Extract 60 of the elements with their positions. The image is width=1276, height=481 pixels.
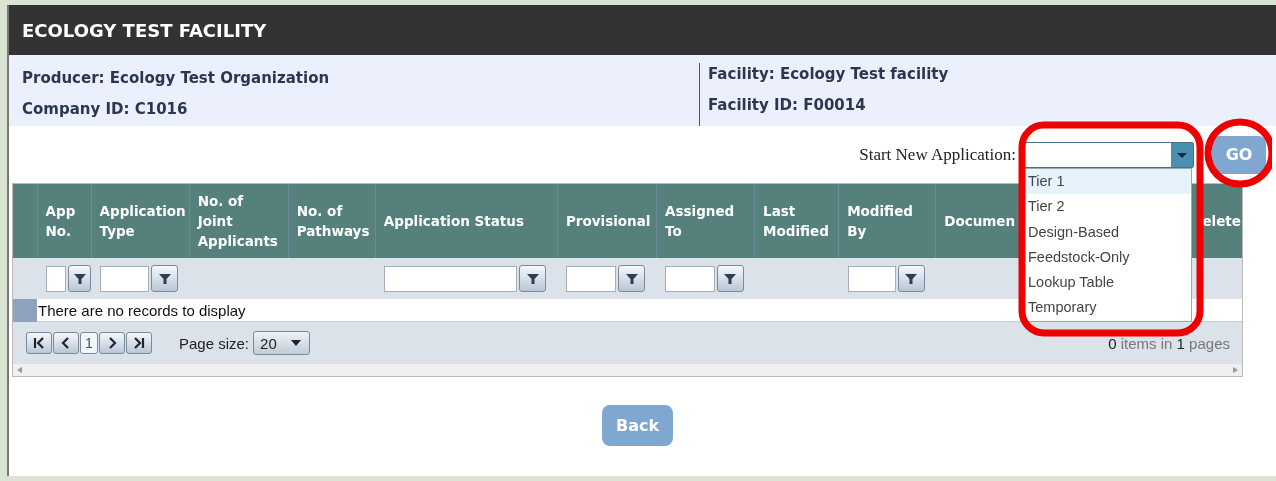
page-size-label: Page size: [179, 334, 250, 352]
filter-field[interactable] [100, 265, 150, 292]
column-header[interactable]: Last Modified [754, 184, 839, 258]
column-header[interactable]: No. of Pathways [288, 184, 376, 258]
filter-icon [158, 272, 171, 285]
filter-button[interactable] [151, 265, 179, 292]
filter-button[interactable] [68, 265, 92, 292]
column-header[interactable]: Modified By [838, 184, 936, 258]
column-header[interactable]: Provisional [557, 184, 657, 258]
last-page-button[interactable] [126, 332, 152, 354]
column-header[interactable]: Application Status [375, 184, 558, 258]
info-text: Facility ID: F00014 [708, 95, 867, 116]
filter-icon [626, 272, 638, 285]
next-page-icon [106, 337, 118, 349]
column-header[interactable]: App No. [37, 184, 92, 258]
go-button[interactable]: GO [1212, 135, 1266, 174]
filter-icon [73, 272, 86, 285]
filter-field[interactable] [847, 265, 896, 292]
pager-summary: 0 items in 1 pages [1108, 334, 1230, 352]
dropdown-option[interactable]: Feedstock-Only [1023, 244, 1191, 271]
page-number-button[interactable]: 1 [80, 332, 98, 354]
first-page-icon [33, 337, 45, 349]
filter-button[interactable] [897, 265, 925, 292]
column-header[interactable]: Application Type [91, 184, 190, 258]
horizontal-scrollbar[interactable] [13, 364, 1242, 376]
column-header[interactable]: No. of Joint Applicants [189, 184, 289, 258]
filter-button[interactable] [618, 265, 646, 292]
filter-field[interactable] [46, 265, 66, 292]
back-button[interactable]: Back [602, 405, 673, 446]
dropdown-option[interactable]: Tier 2 [1023, 194, 1191, 220]
filter-icon [526, 272, 539, 285]
last-page-icon [133, 337, 145, 349]
filter-button[interactable] [519, 265, 547, 292]
filter-field[interactable] [384, 265, 518, 292]
scroll-left-icon [17, 367, 22, 373]
info-text: Facility: Ecology Test facility [708, 64, 950, 85]
caret-icon [1171, 142, 1193, 167]
next-page-button[interactable] [99, 332, 125, 354]
application-type-select[interactable] [1024, 141, 1194, 168]
info-text: Company ID: C1016 [22, 99, 189, 120]
first-page-button[interactable] [26, 332, 52, 354]
previous-page-button[interactable] [53, 332, 79, 354]
empty-message: There are no records to display [38, 301, 246, 319]
dropdown-option[interactable]: Temporary [1023, 295, 1191, 321]
page-size-select[interactable]: 20 [253, 331, 311, 355]
filter-button[interactable] [716, 265, 744, 292]
start-application-label: Start New Application: [859, 145, 1016, 165]
filter-field[interactable] [566, 265, 617, 292]
filter-icon [724, 272, 737, 285]
column-header[interactable]: Assigned To [656, 184, 755, 258]
filter-field[interactable] [665, 265, 715, 292]
filter-icon [905, 272, 918, 285]
previous-page-icon [60, 337, 72, 349]
page-title: ECOLOGY TEST FACILITY [22, 19, 267, 41]
dropdown-option[interactable]: Lookup Table [1023, 270, 1191, 296]
caret-icon [291, 340, 302, 346]
dropdown-option[interactable]: Tier 1 [1023, 169, 1191, 195]
dropdown-option[interactable]: Design-Based [1023, 219, 1191, 245]
info-text: Producer: Ecology Test Organization [22, 68, 331, 89]
scroll-right-icon [1233, 367, 1238, 373]
